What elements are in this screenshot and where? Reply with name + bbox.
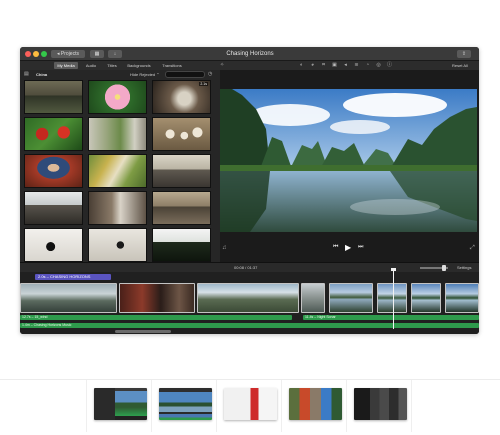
title-bar: ◂ Projects ▦ ↓ Chasing Horizons ⇪	[20, 47, 479, 61]
media-browser-button[interactable]: ▦	[90, 50, 104, 58]
timeline-header: 00:08 / 01:37 Settings	[20, 262, 479, 272]
projects-button[interactable]: ◂ Projects	[51, 50, 85, 58]
media-clip[interactable]	[24, 117, 83, 151]
viewer: ♫ ⏮ ▶ ⏭ ⤢	[220, 70, 479, 262]
video-clip[interactable]	[119, 283, 195, 313]
noise-reduction-icon[interactable]: ≋	[353, 62, 360, 69]
close-window-button[interactable]	[25, 51, 31, 57]
minimize-window-button[interactable]	[33, 51, 39, 57]
magic-wand-icon[interactable]: ✧	[220, 62, 224, 69]
stabilization-icon[interactable]: ▣	[331, 62, 338, 69]
imovie-window: ◂ Projects ▦ ↓ Chasing Horizons ⇪ My Med…	[20, 47, 479, 334]
tab-transitions[interactable]: Transitions	[158, 62, 186, 69]
media-clip[interactable]	[88, 154, 147, 188]
share-icon[interactable]: ⇪	[457, 50, 471, 58]
timecode: 00:08 / 01:37	[234, 265, 258, 270]
media-clip[interactable]	[24, 154, 83, 188]
media-clip[interactable]	[152, 228, 211, 262]
video-clip[interactable]	[20, 283, 117, 313]
video-clip[interactable]	[329, 283, 373, 313]
title-clip[interactable]: 2.0s – CHASING HORIZONS	[35, 274, 111, 280]
info-icon[interactable]: ⓘ	[386, 62, 393, 69]
video-clip[interactable]	[411, 283, 441, 313]
color-correction-icon[interactable]: ◕	[309, 62, 316, 69]
fullscreen-icon[interactable]: ⤢	[470, 245, 475, 252]
media-clip[interactable]	[88, 117, 147, 151]
crop-icon[interactable]: ⌗	[320, 62, 327, 69]
timeline-settings-button[interactable]: Settings	[457, 264, 471, 272]
import-button[interactable]: ↓	[108, 50, 122, 58]
media-clip[interactable]	[88, 228, 147, 262]
filter-icon[interactable]: ◎	[375, 62, 382, 69]
sidebar-toggle-icon[interactable]: ▤	[24, 71, 29, 78]
zoom-window-button[interactable]	[41, 51, 47, 57]
carousel-thumbnail[interactable]	[354, 388, 407, 420]
audio-track[interactable]: 1.4m – Chasing Horizons Music	[20, 323, 479, 328]
video-clip[interactable]	[301, 283, 325, 313]
media-clip[interactable]	[24, 191, 83, 225]
clip-duration-icon[interactable]: ◷	[208, 71, 212, 78]
next-icon[interactable]: ⏭	[358, 244, 363, 251]
media-clip[interactable]	[152, 191, 211, 225]
previous-icon[interactable]: ⏮	[333, 244, 338, 251]
window-title: Chasing Horizons	[226, 51, 274, 57]
media-clip[interactable]	[88, 191, 147, 225]
media-clip[interactable]	[152, 117, 211, 151]
color-balance-icon[interactable]: ◐	[298, 62, 305, 69]
video-clip[interactable]	[377, 283, 407, 313]
playback-controls: ♫ ⏮ ▶ ⏭ ⤢	[220, 242, 479, 256]
tab-audio[interactable]: Audio	[82, 62, 100, 69]
toolbar: My Media Audio Titles Backgrounds Transi…	[20, 61, 479, 70]
video-clip[interactable]	[445, 283, 479, 313]
karst-landscape-image	[220, 89, 477, 232]
library-name: China	[36, 72, 48, 77]
video-clip[interactable]	[197, 283, 299, 313]
media-clip[interactable]	[24, 228, 83, 262]
timeline-scrollbar[interactable]	[115, 330, 171, 333]
filter-dropdown[interactable]: Hide Rejected ⌃	[130, 71, 160, 78]
microphone-icon[interactable]: ♫	[222, 245, 227, 251]
search-input[interactable]	[165, 71, 205, 78]
media-clip[interactable]	[152, 154, 211, 188]
carousel-thumbnail[interactable]	[224, 388, 277, 420]
play-icon[interactable]: ▶	[345, 243, 351, 252]
library-header: ▤ China Hide Rejected ⌃ ◷	[20, 70, 220, 79]
speed-icon[interactable]: ◔	[364, 62, 371, 69]
audio-track[interactable]: 11.4s – Night Sonar	[303, 315, 479, 320]
audio-track[interactable]: 12.7s – 15_wind	[20, 315, 292, 320]
tab-titles[interactable]: Titles	[103, 62, 121, 69]
playhead[interactable]	[393, 269, 394, 329]
tab-backgrounds[interactable]: Backgrounds	[124, 62, 154, 69]
timeline: 2.0s – CHASING HORIZONS 12.7s – 15_wind …	[20, 272, 479, 334]
viewer-frame[interactable]	[220, 89, 477, 232]
carousel-thumbnail[interactable]	[159, 388, 212, 420]
clip-duration-badge: 2.1s	[199, 82, 208, 86]
carousel-thumbnail[interactable]	[94, 388, 147, 420]
media-clip[interactable]: 2.1s	[152, 80, 211, 114]
media-browser: 2.1s	[20, 79, 220, 262]
media-clip[interactable]	[24, 80, 83, 114]
page: ◂ Projects ▦ ↓ Chasing Horizons ⇪ My Med…	[0, 0, 500, 435]
carousel-divider	[411, 380, 412, 432]
volume-icon[interactable]: ◂	[342, 62, 349, 69]
media-clip[interactable]	[88, 80, 147, 114]
carousel-thumbnail[interactable]	[289, 388, 342, 420]
tab-my-media[interactable]: My Media	[54, 62, 78, 69]
zoom-slider-knob[interactable]	[442, 265, 446, 271]
reset-all-button[interactable]: Reset All	[452, 62, 468, 69]
